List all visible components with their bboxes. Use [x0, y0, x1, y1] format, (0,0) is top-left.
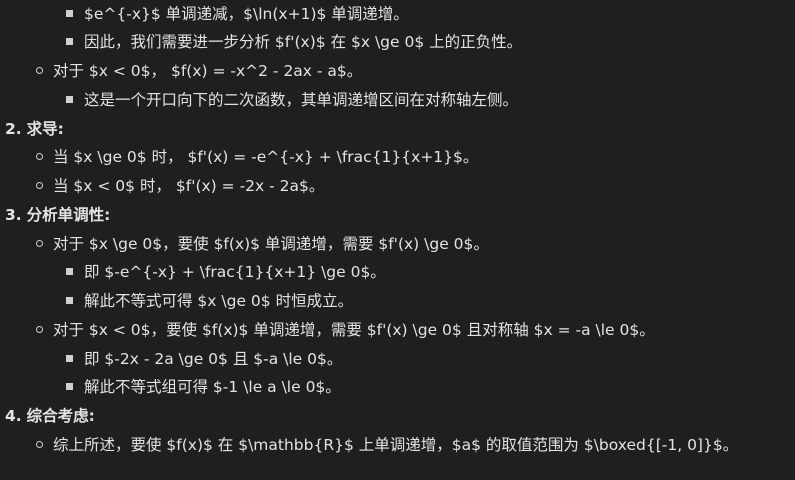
list-item-text: 综上所述，要使 $f(x)$ 在 $\mathbb{R}$ 上单调递增，$a$ …	[53, 436, 739, 454]
section-title: 分析单调性:	[26, 206, 111, 224]
circle-bullet-icon	[36, 240, 43, 247]
list-item-text: 这是一个开口向下的二次函数，其单调递增区间在对称轴左侧。	[84, 91, 519, 109]
list-item-text: 因此，我们需要进一步分析 $f'(x)$ 在 $x \ge 0$ 上的正负性。	[84, 33, 523, 51]
list-item-text: 解此不等式组可得 $-1 \le a \le 0$。	[84, 378, 341, 396]
list-item: 对于 $x < 0$，要使 $f(x)$ 单调递增，需要 $f'(x) \ge …	[36, 316, 655, 344]
response-document: $e^{-x}$ 单调递减，$\ln(x+1)$ 单调递增。 因此，我们需要进一…	[0, 0, 795, 480]
list-item: 当 $x < 0$ 时， $f'(x) = -2x - 2a$。	[36, 172, 324, 200]
circle-bullet-icon	[36, 67, 43, 74]
square-bullet-icon	[66, 297, 73, 304]
list-item: 对于 $x < 0$， $f(x) = -x^2 - 2ax - a$。	[36, 57, 362, 85]
section-title: 求导:	[26, 120, 64, 138]
circle-bullet-icon	[36, 326, 43, 333]
section-title: 综合考虑:	[26, 407, 95, 425]
list-item-text: 即 $-e^{-x} + \frac{1}{x+1} \ge 0$。	[84, 263, 386, 281]
list-item: 解此不等式可得 $x \ge 0$ 时恒成立。	[66, 287, 353, 315]
square-bullet-icon	[66, 268, 73, 275]
list-item: 对于 $x \ge 0$，要使 $f(x)$ 单调递增，需要 $f'(x) \g…	[36, 230, 489, 258]
square-bullet-icon	[66, 10, 73, 17]
section-number: 3.	[5, 206, 22, 224]
list-item-text: 即 $-2x - 2a \ge 0$ 且 $-a \le 0$。	[84, 350, 343, 368]
list-item: 即 $-e^{-x} + \frac{1}{x+1} \ge 0$。	[66, 258, 386, 286]
list-item: 即 $-2x - 2a \ge 0$ 且 $-a \le 0$。	[66, 345, 342, 373]
square-bullet-icon	[66, 96, 73, 103]
section-number: 2.	[5, 120, 22, 138]
section-heading: 3. 分析单调性:	[5, 201, 110, 229]
list-item-text: 当 $x \ge 0$ 时， $f'(x) = -e^{-x} + \frac{…	[53, 148, 479, 166]
circle-bullet-icon	[36, 153, 43, 160]
section-heading: 2. 求导:	[5, 115, 64, 143]
circle-bullet-icon	[36, 441, 43, 448]
section-heading: 4. 综合考虑:	[5, 402, 95, 430]
list-item: 因此，我们需要进一步分析 $f'(x)$ 在 $x \ge 0$ 上的正负性。	[66, 28, 522, 56]
list-item-text: $e^{-x}$ 单调递减，$\ln(x+1)$ 单调递增。	[84, 5, 409, 23]
list-item: 综上所述，要使 $f(x)$ 在 $\mathbb{R}$ 上单调递增，$a$ …	[36, 431, 738, 459]
list-item-text: 对于 $x \ge 0$，要使 $f(x)$ 单调递增，需要 $f'(x) \g…	[53, 235, 489, 253]
section-number: 4.	[5, 407, 22, 425]
list-item: $e^{-x}$ 单调递减，$\ln(x+1)$ 单调递增。	[66, 0, 409, 28]
square-bullet-icon	[66, 38, 73, 45]
list-item-text: 对于 $x < 0$， $f(x) = -x^2 - 2ax - a$。	[53, 62, 363, 80]
list-item-text: 对于 $x < 0$，要使 $f(x)$ 单调递增，需要 $f'(x) \ge …	[53, 321, 655, 339]
list-item: 当 $x \ge 0$ 时， $f'(x) = -e^{-x} + \frac{…	[36, 143, 478, 171]
list-item-text: 当 $x < 0$ 时， $f'(x) = -2x - 2a$。	[53, 177, 325, 195]
list-item: 解此不等式组可得 $-1 \le a \le 0$。	[66, 373, 341, 401]
list-item: 这是一个开口向下的二次函数，其单调递增区间在对称轴左侧。	[66, 86, 518, 114]
circle-bullet-icon	[36, 182, 43, 189]
square-bullet-icon	[66, 383, 73, 390]
square-bullet-icon	[66, 355, 73, 362]
list-item-text: 解此不等式可得 $x \ge 0$ 时恒成立。	[84, 292, 354, 310]
